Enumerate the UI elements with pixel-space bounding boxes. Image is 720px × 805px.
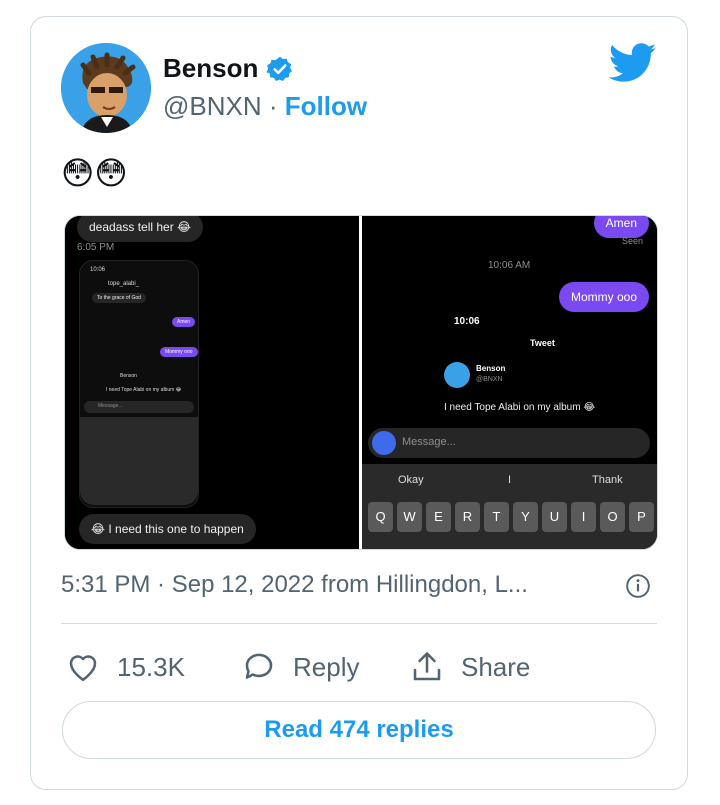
- phone-msg-mommy: Mommy ooo: [160, 347, 198, 357]
- keyboard-key[interactable]: I: [571, 502, 596, 532]
- keyboard-key[interactable]: Y: [513, 502, 538, 532]
- keyboard-key[interactable]: R: [455, 502, 480, 532]
- keyboard-key[interactable]: E: [426, 502, 451, 532]
- avatar[interactable]: [61, 43, 151, 133]
- avatar-illustration: [61, 43, 151, 133]
- heart-icon[interactable]: [65, 649, 101, 685]
- share-label: Share: [461, 651, 531, 682]
- verified-badge-icon: [266, 56, 293, 81]
- author-name[interactable]: Benson: [163, 53, 258, 84]
- chat-bubble-top: deadass tell her 😂: [77, 216, 204, 242]
- chat-time: 10:06 AM: [488, 260, 531, 271]
- keyboard-key[interactable]: W: [397, 502, 422, 532]
- tweet-text: 😳😳: [61, 155, 128, 191]
- reply-icon[interactable]: [241, 649, 277, 685]
- phone-embedded-text: I need Tope Alabi on my album 😂: [106, 387, 182, 393]
- reply-action[interactable]: Reply: [241, 649, 409, 685]
- embedded-handle: @BNXN: [476, 376, 503, 383]
- tweet-timestamp[interactable]: 5:31 PM · Sep 12, 2022 from Hillingdon, …: [61, 571, 528, 599]
- tweet-actions: 15.3K Reply Share: [65, 647, 530, 687]
- phone-message-placeholder: Message...: [98, 403, 123, 409]
- keyboard: Okay I Thank QWERTYUIOP: [362, 464, 657, 549]
- message-field[interactable]: Message...: [368, 428, 650, 458]
- keyboard-key[interactable]: T: [484, 502, 509, 532]
- keyboard-key[interactable]: Q: [368, 502, 393, 532]
- twitter-bird-icon[interactable]: [609, 43, 657, 83]
- like-action[interactable]: 15.3K: [65, 649, 241, 685]
- tweet-card: Benson @BNXN · Follow 😳😳 deadass tell he…: [30, 16, 688, 790]
- keyboard-key[interactable]: P: [629, 502, 654, 532]
- chat-bubble-amen: Amen: [593, 216, 649, 238]
- keyboard-key[interactable]: O: [600, 502, 625, 532]
- follow-button[interactable]: Follow: [285, 91, 367, 121]
- chat-bubble-mommy: Mommy ooo: [558, 282, 649, 312]
- tweet-media[interactable]: deadass tell her 😂 6:05 PM 10:06 tope_al…: [64, 215, 658, 550]
- message-placeholder: Message...: [402, 436, 456, 448]
- share-icon[interactable]: [409, 649, 445, 685]
- phone-contact-name: tope_alabi_: [108, 281, 140, 287]
- media-image-right[interactable]: Amen Seen 10:06 AM Mommy ooo 10:06 Tweet…: [362, 216, 657, 549]
- chat-bubble-bottom: 😂 I need this one to happen: [79, 514, 256, 544]
- suggestion-2[interactable]: I: [508, 474, 511, 486]
- embedded-name: Benson: [476, 364, 506, 373]
- reply-label: Reply: [293, 651, 360, 682]
- chat-time: 6:05 PM: [77, 242, 115, 253]
- camera-icon[interactable]: [372, 431, 396, 455]
- embedded-avatar: [444, 362, 470, 388]
- embedded-phone-screenshot: 10:06 tope_alabi_ To the grace of God Am…: [79, 260, 199, 508]
- suggestion-1[interactable]: Okay: [398, 474, 424, 486]
- info-icon[interactable]: [625, 573, 651, 599]
- separator: ·: [268, 91, 278, 121]
- suggestion-3[interactable]: Thank: [592, 474, 623, 486]
- phone-msg-amen: Amen: [172, 317, 196, 327]
- tweet-header-label: Tweet: [530, 338, 555, 348]
- keyboard-key[interactable]: U: [542, 502, 567, 532]
- read-replies-button[interactable]: Read 474 replies: [62, 701, 656, 759]
- divider: [61, 623, 657, 624]
- author-handle-row: @BNXN · Follow: [163, 91, 367, 122]
- author-name-row: Benson: [163, 53, 294, 84]
- media-image-left[interactable]: deadass tell her 😂 6:05 PM 10:06 tope_al…: [65, 216, 362, 549]
- phone-status-time: 10:06: [90, 267, 106, 273]
- phone-msg-1: To the grace of God: [92, 293, 146, 303]
- phone-message-field: Message...: [84, 401, 194, 413]
- share-action[interactable]: Share: [409, 649, 530, 685]
- author-handle[interactable]: @BNXN: [163, 91, 262, 121]
- phone-embedded-name: Benson: [120, 373, 137, 379]
- seen-label: Seen: [621, 236, 643, 246]
- phone-status-time: 10:06: [454, 316, 480, 327]
- like-count: 15.3K: [117, 651, 185, 682]
- embedded-tweet-text: I need Tope Alabi on my album 😂: [444, 402, 596, 413]
- phone-keyboard: [80, 417, 198, 505]
